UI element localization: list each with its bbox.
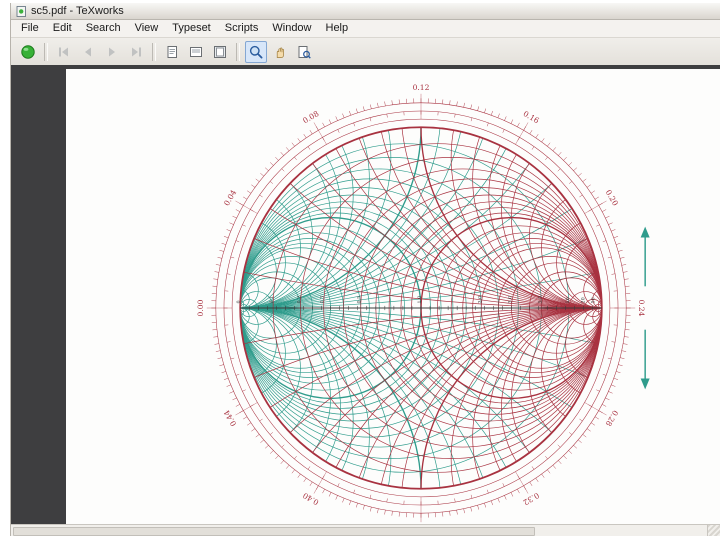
typeset-icon — [20, 44, 36, 60]
scrollbar-thumb[interactable] — [13, 527, 535, 536]
menu-view[interactable]: View — [128, 20, 166, 37]
resize-grip-icon — [707, 525, 720, 536]
magnify-tool-button[interactable] — [245, 40, 267, 63]
svg-text:0.00: 0.00 — [196, 299, 205, 316]
svg-text:0.2: 0.2 — [296, 296, 302, 304]
actual-size-button[interactable] — [161, 41, 183, 63]
menu-file[interactable]: File — [14, 20, 46, 37]
svg-text:0.28: 0.28 — [604, 409, 620, 428]
svg-text:0.24: 0.24 — [637, 300, 646, 317]
page-window-icon — [212, 44, 228, 60]
hand-icon — [272, 44, 288, 60]
page-width-icon — [188, 44, 204, 60]
toolbar — [11, 38, 720, 66]
svg-text:0.12: 0.12 — [413, 83, 430, 92]
fit-window-button[interactable] — [209, 41, 231, 63]
magnifier-icon — [248, 44, 264, 60]
svg-text:0.32: 0.32 — [521, 491, 540, 507]
svg-text:3.0: 3.0 — [507, 296, 513, 304]
last-icon — [128, 44, 144, 60]
svg-text:0.08: 0.08 — [301, 109, 320, 125]
page-actual-icon — [164, 44, 180, 60]
svg-text:2.0: 2.0 — [477, 296, 483, 304]
previous-page-button[interactable] — [77, 41, 99, 63]
svg-text:0.20: 0.20 — [604, 188, 620, 207]
toolbar-separator — [236, 42, 240, 61]
next-page-button[interactable] — [101, 41, 123, 63]
prev-icon — [80, 44, 96, 60]
menu-typeset[interactable]: Typeset — [165, 20, 218, 37]
first-page-button[interactable] — [53, 41, 75, 63]
fit-width-button[interactable] — [185, 41, 207, 63]
svg-text:0.04: 0.04 — [222, 188, 238, 207]
menu-window[interactable]: Window — [265, 20, 318, 37]
svg-text:10: 10 — [565, 297, 571, 303]
smith-chart: 0.000.040.080.120.160.200.240.280.320.36… — [196, 83, 650, 524]
svg-text:0.16: 0.16 — [522, 109, 541, 125]
select-tool-button[interactable] — [293, 41, 315, 63]
select-icon — [296, 44, 312, 60]
menu-bar: File Edit Search View Typeset Scripts Window He… — [11, 20, 720, 38]
menu-scripts[interactable]: Scripts — [218, 20, 266, 37]
svg-text:5.0: 5.0 — [538, 296, 544, 304]
svg-text:0.40: 0.40 — [301, 491, 320, 507]
first-icon — [56, 44, 72, 60]
svg-text:0.5: 0.5 — [357, 296, 363, 304]
horizontal-scrollbar[interactable] — [11, 524, 720, 536]
last-page-button[interactable] — [125, 41, 147, 63]
typeset-button[interactable] — [17, 41, 39, 63]
app-icon — [16, 5, 27, 17]
toolbar-separator — [44, 42, 48, 61]
next-icon — [104, 44, 120, 60]
menu-edit[interactable]: Edit — [46, 20, 79, 37]
texworks-window: sc5.pdf - TeXworks File Edit Search View Typ… — [10, 3, 720, 536]
scroll-tool-button[interactable] — [269, 41, 291, 63]
svg-text:0: 0 — [236, 300, 242, 303]
svg-text:0.3: 0.3 — [320, 296, 326, 304]
svg-text:20: 20 — [581, 297, 587, 303]
menu-help[interactable]: Help — [319, 20, 356, 37]
svg-text:50: 50 — [591, 297, 597, 303]
toolbar-separator — [152, 42, 156, 61]
svg-text:1.0: 1.0 — [417, 296, 423, 304]
document-viewport[interactable]: 0.000.040.080.120.160.200.240.280.320.36… — [11, 65, 720, 524]
title-bar[interactable]: sc5.pdf - TeXworks — [11, 3, 720, 20]
menu-search[interactable]: Search — [79, 20, 128, 37]
svg-text:0.44: 0.44 — [222, 408, 238, 427]
window-title: sc5.pdf - TeXworks — [31, 5, 124, 17]
pdf-page: 0.000.040.080.120.160.200.240.280.320.36… — [66, 69, 720, 524]
svg-text:0.1: 0.1 — [269, 296, 275, 304]
